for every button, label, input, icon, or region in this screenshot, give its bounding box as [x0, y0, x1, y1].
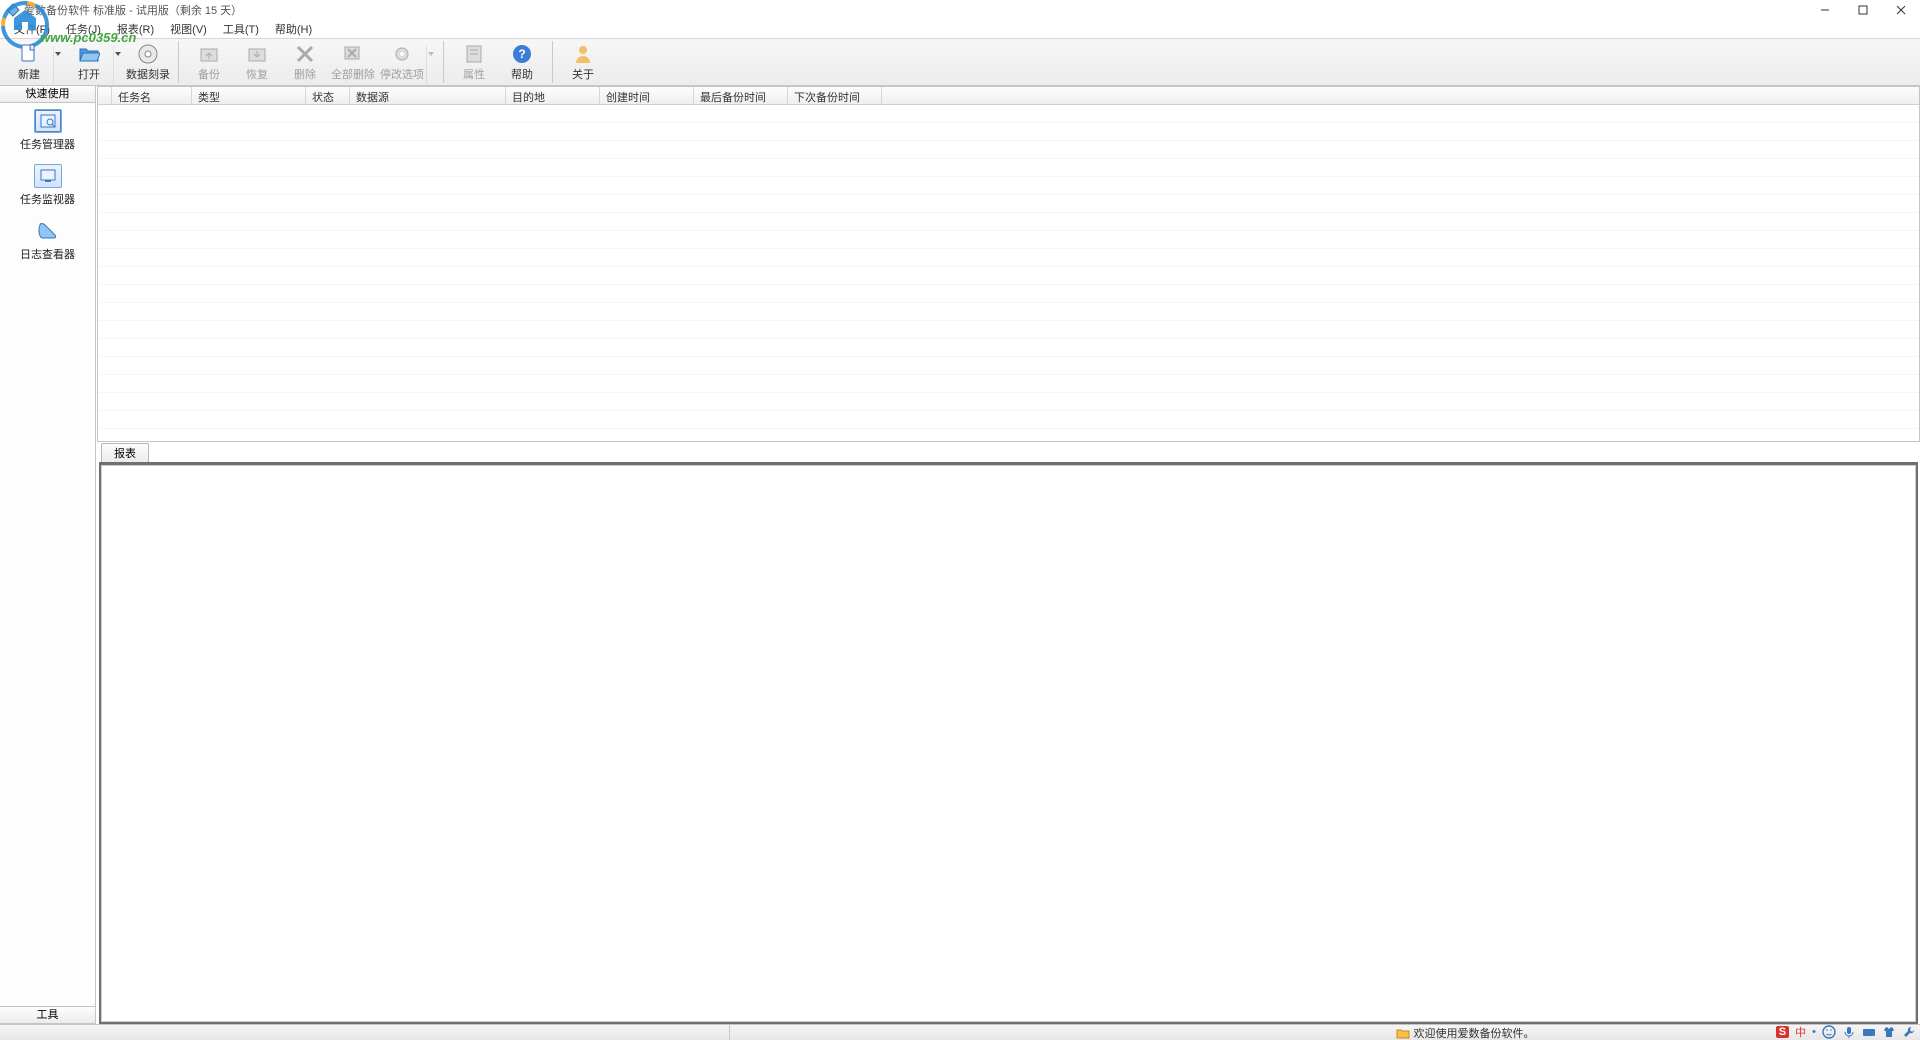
sidebar-item-label: 日志查看器: [20, 246, 75, 262]
restore-label: 恢复: [246, 66, 268, 82]
grid-header: 任务名 类型 状态 数据源 目的地 创建时间 最后备份时间 下次备份时间: [98, 87, 1919, 105]
properties-button: 属性: [450, 41, 498, 83]
restore-button: 恢复: [233, 41, 281, 83]
minimize-button[interactable]: [1806, 0, 1844, 20]
person-icon: [572, 43, 594, 65]
title-bar: 爱数备份软件 标准版 - 试用版（剩余 15 天）: [0, 0, 1920, 20]
sidebar-item-task-manager[interactable]: 任务管理器: [0, 103, 95, 158]
sidebar-tab-tools[interactable]: 工具: [0, 1006, 95, 1024]
menu-task[interactable]: 任务(J): [58, 21, 109, 37]
menu-report[interactable]: 报表(R): [109, 21, 162, 37]
status-bar: 欢迎使用爱数备份软件。: [0, 1024, 1920, 1040]
wrench-icon[interactable]: [1902, 1025, 1916, 1039]
task-grid: 任务名 类型 状态 数据源 目的地 创建时间 最后备份时间 下次备份时间: [97, 86, 1920, 442]
sidebar-item-label: 任务管理器: [20, 136, 75, 152]
delete-button: 删除: [281, 41, 329, 83]
ime-badge[interactable]: S: [1776, 1026, 1789, 1038]
menu-bar: 文件(F) 任务(J) 报表(R) 视图(V) 工具(T) 帮助(H): [0, 20, 1920, 38]
col-status[interactable]: 状态: [306, 87, 350, 104]
grid-body[interactable]: [98, 105, 1919, 441]
delete-label: 删除: [294, 66, 316, 82]
backup-label: 备份: [198, 66, 220, 82]
sidebar-item-task-monitor[interactable]: 任务监视器: [0, 158, 95, 213]
sidebar-item-label: 任务监视器: [20, 191, 75, 207]
tray-dot-icon[interactable]: •: [1812, 1026, 1816, 1038]
col-source[interactable]: 数据源: [350, 87, 506, 104]
disc-icon: [137, 43, 159, 65]
menu-tool[interactable]: 工具(T): [215, 21, 267, 37]
delete-all-label: 全部删除: [331, 66, 375, 82]
new-file-icon: [18, 43, 40, 65]
col-handle[interactable]: [98, 87, 112, 104]
col-task-name[interactable]: 任务名: [112, 87, 192, 104]
log-icon: [34, 219, 62, 243]
backup-button: 备份: [185, 41, 233, 83]
folder-open-icon: [78, 43, 100, 65]
dropdown-icon: [426, 46, 434, 84]
about-label: 关于: [572, 66, 594, 82]
open-button[interactable]: 打开: [64, 41, 124, 83]
properties-label: 属性: [463, 66, 485, 82]
delete-all-button: 全部删除: [329, 41, 377, 83]
col-type[interactable]: 类型: [192, 87, 306, 104]
status-text: 欢迎使用爱数备份软件。: [1414, 1025, 1535, 1040]
help-button[interactable]: ? 帮助: [498, 41, 546, 83]
report-body[interactable]: [99, 462, 1918, 1024]
status-message: 欢迎使用爱数备份软件。: [1396, 1025, 1535, 1040]
maximize-button[interactable]: [1844, 0, 1882, 20]
dropdown-icon[interactable]: [53, 46, 61, 84]
smiley-icon[interactable]: [1822, 1025, 1836, 1039]
close-button[interactable]: [1882, 0, 1920, 20]
tray-icons: S 中 •: [1776, 1024, 1916, 1040]
menu-help[interactable]: 帮助(H): [267, 21, 320, 37]
backup-icon: [198, 43, 220, 65]
monitor-icon: [34, 164, 62, 188]
sidebar: 快速使用 任务管理器 任务监视器 日志查看器 工具: [0, 86, 96, 1024]
delete-all-icon: [342, 43, 364, 65]
folder-small-icon: [1396, 1027, 1410, 1039]
restore-icon: [246, 43, 268, 65]
window-title: 爱数备份软件 标准版 - 试用版（剩余 15 天）: [24, 2, 242, 18]
burn-button[interactable]: 数据刻录: [124, 41, 172, 83]
gear-icon: [391, 43, 413, 65]
toolbar: 新建 打开 数据刻录 备份 恢复 删除 全部删除: [0, 38, 1920, 86]
main-area: 快速使用 任务管理器 任务监视器 日志查看器 工具 任务名 类型 状态: [0, 86, 1920, 1024]
sidebar-tab-quick[interactable]: 快速使用: [0, 85, 95, 103]
tab-report[interactable]: 报表: [101, 443, 149, 462]
menu-view[interactable]: 视图(V): [162, 21, 215, 37]
report-panel: 报表: [97, 442, 1920, 1024]
properties-icon: [463, 43, 485, 65]
col-dest[interactable]: 目的地: [506, 87, 600, 104]
microphone-icon[interactable]: [1842, 1025, 1856, 1039]
stop-options-label: 停改选项: [380, 66, 424, 82]
keyboard-icon[interactable]: [1862, 1025, 1876, 1039]
new-label: 新建: [18, 66, 40, 82]
shirt-icon[interactable]: [1882, 1025, 1896, 1039]
delete-icon: [294, 43, 316, 65]
help-icon: ?: [511, 43, 533, 65]
stop-options-button: 停改选项: [377, 41, 437, 83]
open-label: 打开: [78, 66, 100, 82]
burn-label: 数据刻录: [126, 66, 170, 82]
content-area: 任务名 类型 状态 数据源 目的地 创建时间 最后备份时间 下次备份时间 报表: [96, 86, 1920, 1024]
col-last-backup[interactable]: 最后备份时间: [694, 87, 788, 104]
new-button[interactable]: 新建: [4, 41, 64, 83]
menu-file[interactable]: 文件(F): [6, 21, 58, 37]
col-next-backup[interactable]: 下次备份时间: [788, 87, 882, 104]
dropdown-icon[interactable]: [113, 46, 121, 84]
svg-text:?: ?: [518, 47, 525, 61]
col-created[interactable]: 创建时间: [600, 87, 694, 104]
ime-lang[interactable]: 中: [1795, 1024, 1806, 1040]
app-icon: [6, 3, 20, 17]
about-button[interactable]: 关于: [559, 41, 607, 83]
status-cell-left: [0, 1025, 730, 1040]
task-manager-icon: [34, 109, 62, 133]
help-label: 帮助: [511, 66, 533, 82]
sidebar-item-log-viewer[interactable]: 日志查看器: [0, 213, 95, 268]
